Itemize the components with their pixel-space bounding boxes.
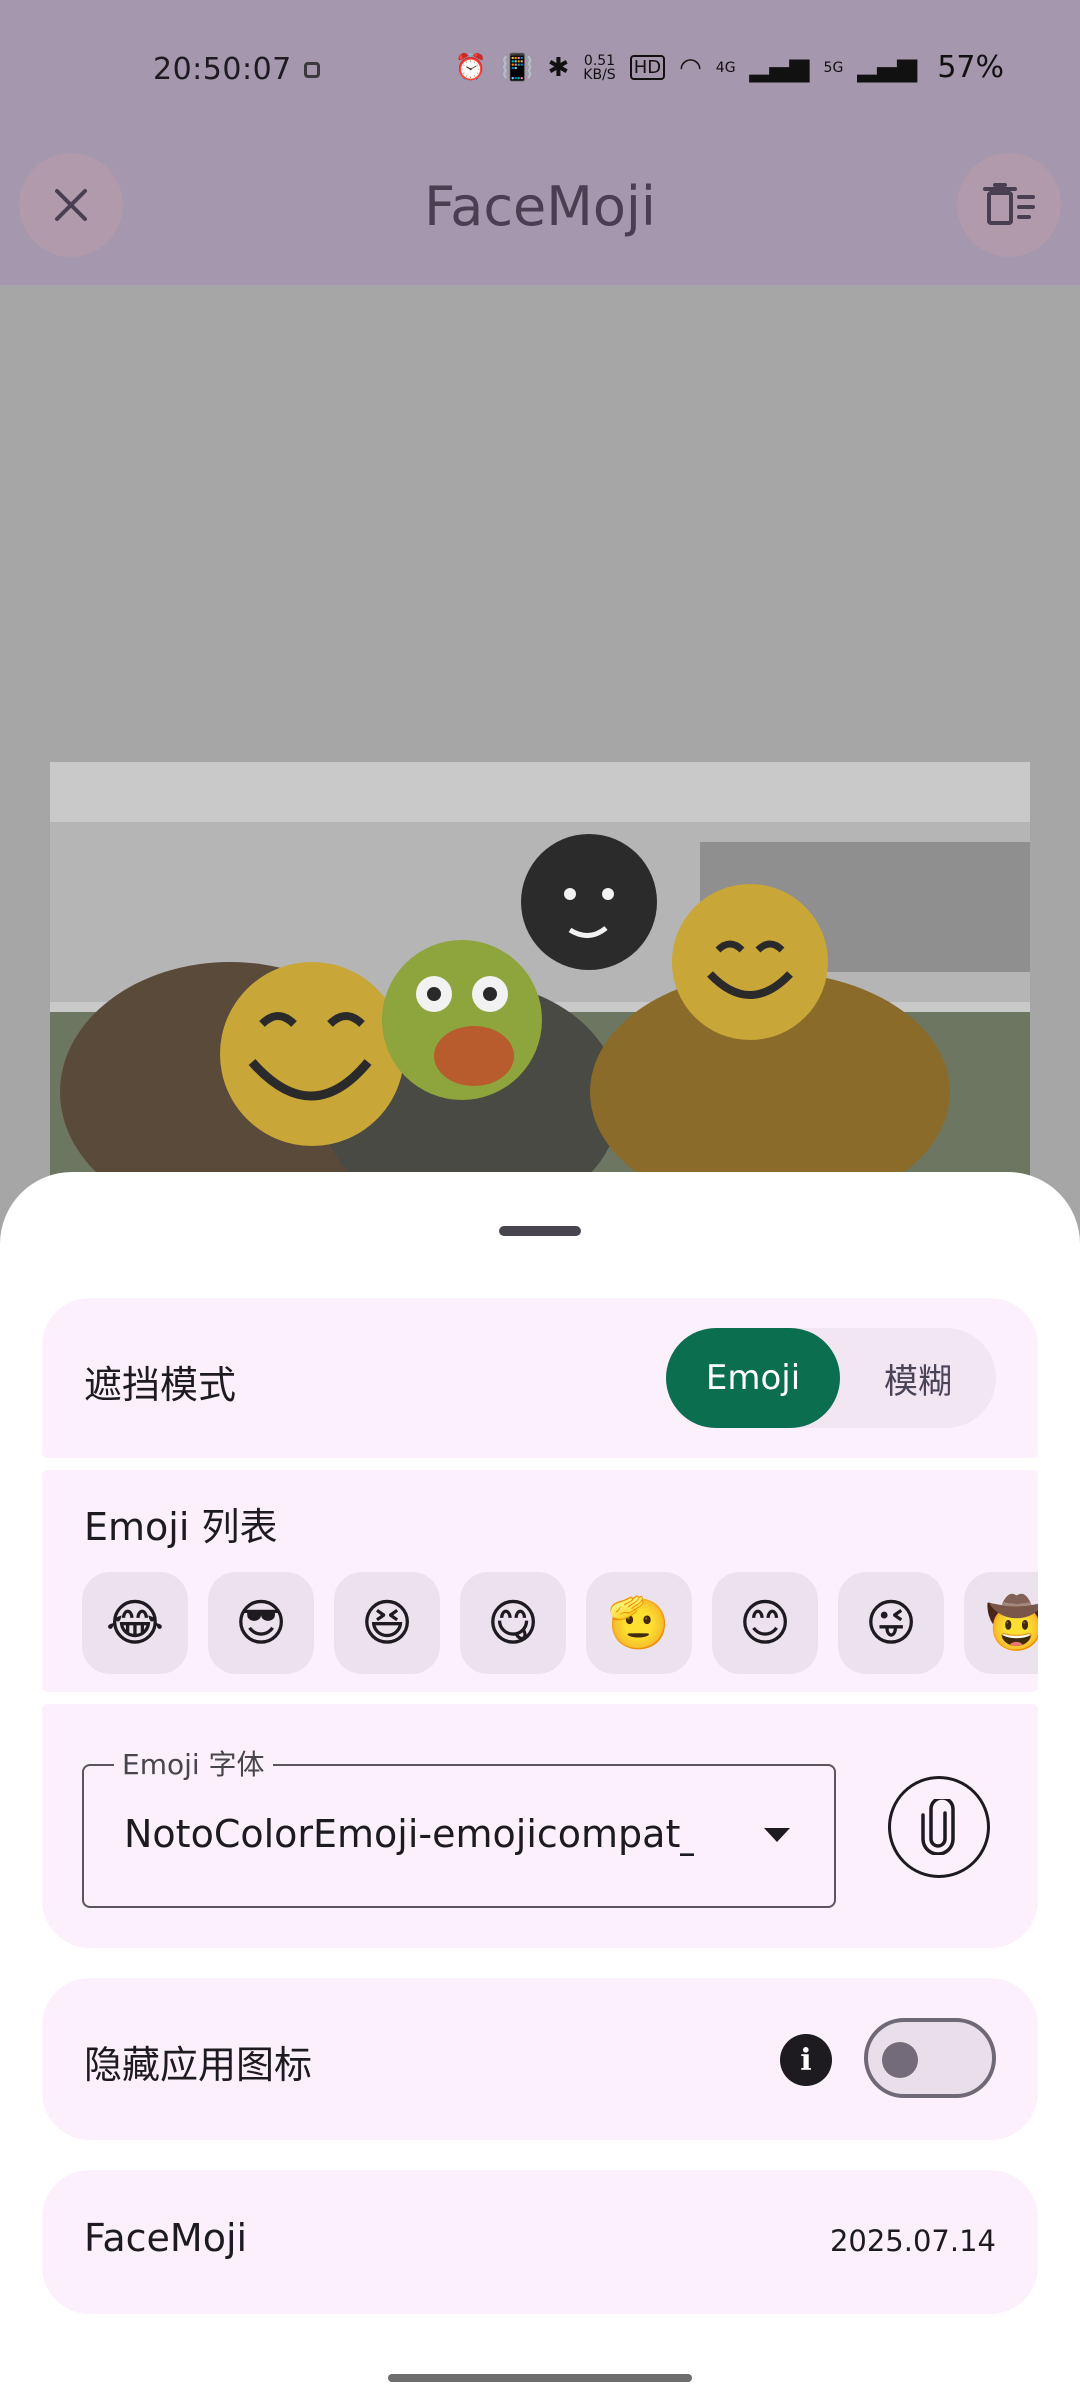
emoji-font-card: Emoji 字体 NotoColorEmoji-emojicompat_2 (42, 1704, 1038, 1948)
mode-blur-button[interactable]: 模糊 (840, 1328, 996, 1428)
emoji-item[interactable]: 🫡 (586, 1572, 692, 1674)
about-card: FaceMoji 2025.07.14 (42, 2170, 1038, 2314)
emoji-item[interactable]: 😜 (838, 1572, 944, 1674)
alarm-icon: ⏰ (454, 52, 488, 83)
signal-icon-2: ▂▄▆ (857, 52, 918, 83)
clear-all-icon (983, 183, 1035, 225)
emoji-font-dropdown[interactable]: Emoji 字体 NotoColorEmoji-emojicompat_2 (82, 1750, 836, 1908)
hd-badge: HD (629, 55, 666, 80)
emoji-item[interactable]: 😋 (460, 1572, 566, 1674)
dropdown-arrow-icon (764, 1828, 790, 1842)
mask-mode-label: 遮挡模式 (84, 1363, 237, 1407)
mask-mode-card: 遮挡模式 Emoji 模糊 (42, 1298, 1038, 1458)
signal-4g-label: 4G (715, 59, 736, 76)
version-date: 2025.07.14 (829, 2224, 996, 2258)
emoji-list: 😂 😎 😆 😋 🫡 😊 😜 🤠 (82, 1572, 1038, 1674)
emoji-item[interactable]: 😎 (208, 1572, 314, 1674)
signal-icon: ▂▄▆ (749, 52, 810, 83)
network-speed-unit: KB/S (583, 66, 616, 83)
battery-level: 57% (937, 50, 1004, 85)
app-bar-background: 20:50:07 ⏰ 📳 ✱ 0.51 KB/S HD ◠ 4G ▂▄▆ 5G … (0, 0, 1080, 285)
emoji-list-label: Emoji 列表 (84, 1505, 278, 1549)
signal-5g-label: 5G (823, 59, 844, 76)
emoji-item[interactable]: 😂 (82, 1572, 188, 1674)
bluetooth-icon: ✱ (547, 52, 570, 83)
emoji-font-label: Emoji 字体 (114, 1750, 273, 1780)
app-name: FaceMoji (84, 2216, 248, 2260)
home-indicator[interactable] (388, 2374, 692, 2382)
emoji-list-card: Emoji 列表 😂 😎 😆 😋 🫡 😊 😜 🤠 (42, 1470, 1038, 1692)
page-title: FaceMoji (424, 175, 656, 238)
hide-app-icon-switch[interactable] (864, 2018, 996, 2098)
wifi-icon: ◠ (679, 52, 702, 83)
clear-all-button[interactable] (957, 153, 1061, 257)
status-icons: ⏰ 📳 ✱ 0.51 KB/S HD ◠ 4G ▂▄▆ 5G ▂▄▆ 57% (455, 50, 1004, 85)
emoji-item[interactable]: 😆 (334, 1572, 440, 1674)
network-speed: 0.51 KB/S (583, 54, 615, 82)
photo-preview (50, 762, 1030, 1182)
emoji-item[interactable]: 😊 (712, 1572, 818, 1674)
paperclip-icon (921, 1799, 955, 1855)
settings-bottom-sheet: 遮挡模式 Emoji 模糊 Emoji 列表 😂 😎 😆 😋 🫡 😊 😜 🤠 E… (0, 1172, 1080, 2400)
photo-image (50, 762, 1030, 1182)
vibrate-icon: 📳 (501, 52, 534, 83)
drag-handle[interactable] (499, 1226, 581, 1236)
info-icon[interactable]: i (780, 2034, 832, 2086)
top-app-bar: FaceMoji (0, 145, 1080, 265)
emoji-item[interactable]: 🤠 (964, 1572, 1038, 1674)
status-time: 20:50:07 (153, 52, 292, 87)
hide-app-icon-card: 隐藏应用图标 i (42, 1978, 1038, 2140)
mask-mode-segmented-control: Emoji 模糊 (666, 1328, 996, 1428)
switch-thumb (882, 2042, 918, 2078)
status-bar: 20:50:07 ⏰ 📳 ✱ 0.51 KB/S HD ◠ 4G ▂▄▆ 5G … (0, 0, 1080, 145)
attach-font-button[interactable] (888, 1776, 990, 1878)
mode-emoji-button[interactable]: Emoji (666, 1328, 840, 1428)
hide-app-icon-label: 隐藏应用图标 (84, 2043, 313, 2087)
emoji-font-value: NotoColorEmoji-emojicompat_2 (124, 1812, 694, 1856)
notification-icon (304, 62, 320, 78)
